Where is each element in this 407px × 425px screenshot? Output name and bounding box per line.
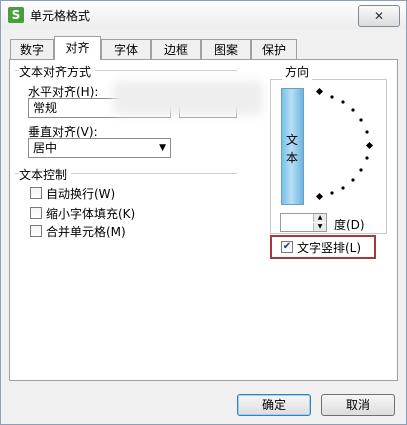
dial-dot bbox=[341, 100, 345, 104]
close-button[interactable]: ✕ bbox=[358, 5, 400, 27]
tab-border[interactable]: 边框 bbox=[151, 39, 201, 59]
vertical-text-char: 文 bbox=[286, 133, 299, 147]
ok-button[interactable]: 确定 bbox=[237, 394, 311, 416]
vertical-text-orientation-button[interactable]: 文 本 bbox=[281, 88, 304, 205]
tab-font[interactable]: 字体 bbox=[101, 39, 151, 59]
orientation-dial[interactable] bbox=[306, 85, 386, 205]
vertical-align-value: 居中 bbox=[33, 141, 58, 155]
redacted-area bbox=[113, 81, 263, 115]
spin-down-icon[interactable]: ▼ bbox=[313, 223, 326, 231]
cancel-button[interactable]: 取消 bbox=[321, 394, 395, 416]
dial-dot bbox=[365, 130, 369, 134]
vertical-align-select[interactable]: 居中 ▼ bbox=[28, 138, 171, 158]
tab-protection[interactable]: 保护 bbox=[251, 39, 297, 59]
orientation-title: 方向 bbox=[282, 63, 313, 80]
title-bar: S 单元格格式 ✕ bbox=[1, 1, 406, 29]
cell-format-dialog: S 单元格格式 ✕ 数字 对齐 字体 边框 图案 保护 文本对齐方式 水平对齐(… bbox=[0, 0, 407, 425]
close-icon: ✕ bbox=[373, 9, 385, 23]
text-control-section-title: 文本控制 bbox=[19, 166, 72, 183]
shrink-to-fit-label: 缩小字体填充(K) bbox=[46, 207, 136, 221]
dial-dot bbox=[341, 186, 345, 190]
merge-cells-checkbox[interactable] bbox=[30, 225, 42, 237]
dialog-title: 单元格格式 bbox=[30, 9, 91, 23]
dial-dot bbox=[359, 168, 363, 172]
dial-dot bbox=[351, 178, 355, 182]
merge-cells-label: 合并单元格(M) bbox=[46, 225, 126, 239]
dial-dot bbox=[351, 108, 355, 112]
vertical-text-checkbox[interactable]: ✔ bbox=[281, 241, 293, 253]
dial-dot bbox=[330, 95, 334, 99]
tab-pattern[interactable]: 图案 bbox=[201, 39, 251, 59]
degree-label: 度(D) bbox=[334, 218, 365, 232]
app-icon: S bbox=[8, 7, 24, 23]
wrap-text-label: 自动换行(W) bbox=[46, 187, 116, 201]
alignment-section-title: 文本对齐方式 bbox=[19, 63, 96, 80]
dial-marker bbox=[365, 141, 374, 150]
tab-number[interactable]: 数字 bbox=[10, 39, 54, 59]
vertical-text-label: 文字竖排(L) bbox=[297, 241, 362, 255]
tab-alignment[interactable]: 对齐 bbox=[54, 36, 101, 60]
shrink-to-fit-checkbox[interactable] bbox=[30, 207, 42, 219]
degree-spinner[interactable]: ▲ ▼ bbox=[280, 213, 327, 232]
spin-up-icon[interactable]: ▲ bbox=[313, 214, 326, 222]
dial-marker bbox=[315, 87, 324, 96]
checkmark-icon: ✔ bbox=[282, 241, 292, 252]
horizontal-align-value: 常规 bbox=[33, 101, 58, 115]
chevron-down-icon: ▼ bbox=[159, 143, 166, 153]
dial-dot bbox=[365, 156, 369, 160]
dial-dot bbox=[330, 191, 334, 195]
wrap-text-checkbox[interactable] bbox=[30, 187, 42, 199]
dial-dot bbox=[359, 118, 363, 122]
vertical-text-char: 本 bbox=[286, 151, 299, 165]
dial-marker bbox=[315, 192, 324, 201]
